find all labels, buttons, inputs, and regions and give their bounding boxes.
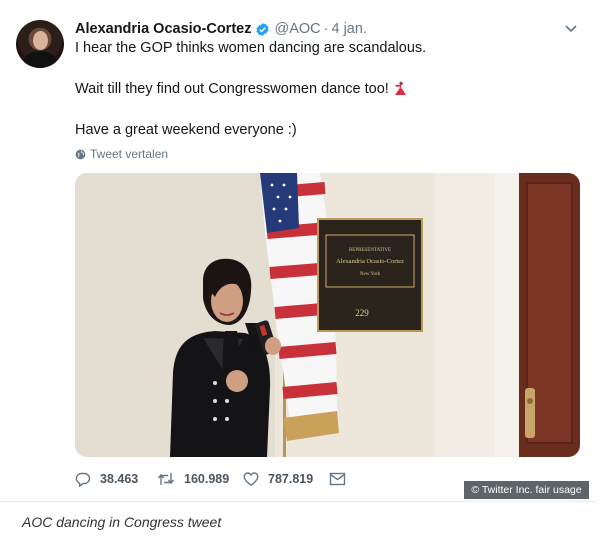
avatar-body [24,51,56,68]
avatar-face [33,31,48,50]
tweet-card: Alexandria Ocasio-Cortez @AOC · 4 jan. I… [0,0,596,502]
direct-message-button[interactable] [329,471,355,487]
tweet-text-line-2-text: Wait till they find out Congresswomen da… [75,81,389,97]
retweet-icon [157,473,175,485]
tweet-text-line-2: Wait till they find out Congresswomen da… [75,81,407,97]
video-frame: REPRESENTATIVE Alexandria Ocasio-Cortez … [75,173,580,457]
image-caption: AOC dancing in Congress tweet [22,514,222,530]
plaque-name: Alexandria Ocasio-Cortez [336,258,404,265]
plaque-state: New York [360,272,381,277]
tweet-text-line-1: I hear the GOP thinks women dancing are … [75,40,427,56]
like-icon [243,472,259,487]
reply-button[interactable]: 38.463 [75,471,157,487]
reply-icon [75,472,91,487]
tweet-header: Alexandria Ocasio-Cortez @AOC · 4 jan. [75,20,367,38]
retweet-button[interactable]: 160.989 [157,471,243,487]
translate-label: Tweet vertalen [90,147,169,161]
tweet-video[interactable]: REPRESENTATIVE Alexandria Ocasio-Cortez … [75,173,580,457]
globe-icon [75,149,86,159]
dancer-emoji-icon [394,81,406,95]
chevron-down-icon[interactable] [563,22,579,36]
header-separator: · [323,21,329,37]
avatar[interactable] [16,20,64,68]
author-name[interactable]: Alexandria Ocasio-Cortez [75,21,251,37]
tweet-actions: 38.463 160.989 787.819 [75,471,355,487]
author-handle[interactable]: @AOC [274,21,320,37]
verified-badge-icon [256,22,270,36]
tweet-text-line-3: Have a great weekend everyone :) [75,122,297,138]
retweet-count: 160.989 [184,472,230,486]
tweet-date[interactable]: 4 jan. [331,21,366,37]
message-icon [329,472,346,486]
like-button[interactable]: 787.819 [243,471,329,487]
plaque-room: 229 [355,308,369,318]
credit-badge: © Twitter Inc. fair usage [464,481,589,499]
translate-tweet-link[interactable]: Tweet vertalen [75,147,168,161]
reply-count: 38.463 [100,472,139,486]
plaque-title: REPRESENTATIVE [349,248,391,253]
like-count: 787.819 [268,472,314,486]
